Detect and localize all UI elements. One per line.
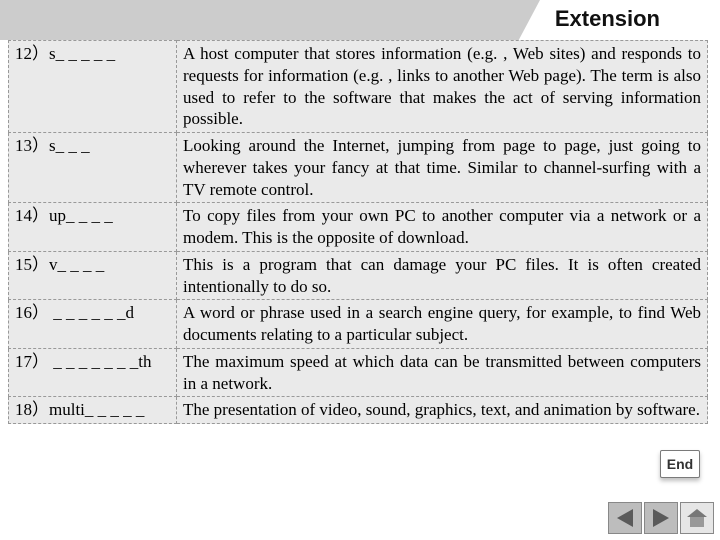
nav-controls <box>608 502 714 534</box>
home-icon <box>687 509 707 527</box>
table-row: 13）s_ _ _Looking around the Internet, ju… <box>9 133 708 203</box>
triangle-left-icon <box>617 509 633 527</box>
definition-cell: A word or phrase used in a search engine… <box>177 300 708 349</box>
term-cell: 17） _ _ _ _ _ _ _th <box>9 348 177 397</box>
definition-cell: Looking around the Internet, jumping fro… <box>177 133 708 203</box>
definition-cell: To copy files from your own PC to anothe… <box>177 203 708 252</box>
definition-cell: The presentation of video, sound, graphi… <box>177 397 708 424</box>
end-button[interactable]: End <box>660 450 700 478</box>
page-title: Extension <box>555 6 660 32</box>
definition-cell: A host computer that stores information … <box>177 41 708 133</box>
term-cell: 15）v_ _ _ _ <box>9 251 177 300</box>
term-cell: 12）s_ _ _ _ _ <box>9 41 177 133</box>
table-row: 15）v_ _ _ _This is a program that can da… <box>9 251 708 300</box>
definition-cell: This is a program that can damage your P… <box>177 251 708 300</box>
table-row: 14）up_ _ _ _To copy files from your own … <box>9 203 708 252</box>
next-button[interactable] <box>644 502 678 534</box>
definition-cell: The maximum speed at which data can be t… <box>177 348 708 397</box>
vocab-table: 12）s_ _ _ _ _A host computer that stores… <box>8 40 708 424</box>
table-row: 17） _ _ _ _ _ _ _thThe maximum speed at … <box>9 348 708 397</box>
prev-button[interactable] <box>608 502 642 534</box>
end-button-label: End <box>667 456 693 472</box>
vocab-tbody: 12）s_ _ _ _ _A host computer that stores… <box>9 41 708 424</box>
header-banner <box>0 0 561 40</box>
table-row: 16） _ _ _ _ _ _dA word or phrase used in… <box>9 300 708 349</box>
term-cell: 18）multi_ _ _ _ _ <box>9 397 177 424</box>
table-row: 18）multi_ _ _ _ _The presentation of vid… <box>9 397 708 424</box>
term-cell: 13）s_ _ _ <box>9 133 177 203</box>
term-cell: 14）up_ _ _ _ <box>9 203 177 252</box>
triangle-right-icon <box>653 509 669 527</box>
home-button[interactable] <box>680 502 714 534</box>
term-cell: 16） _ _ _ _ _ _d <box>9 300 177 349</box>
table-row: 12）s_ _ _ _ _A host computer that stores… <box>9 41 708 133</box>
